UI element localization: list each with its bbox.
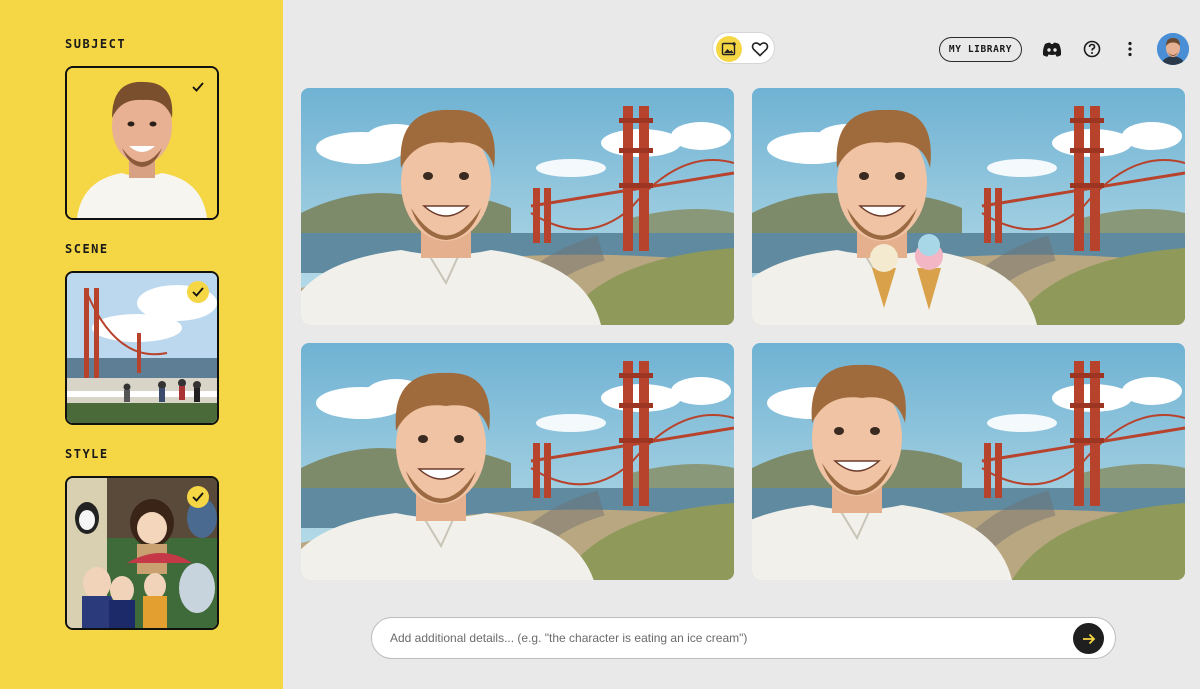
heart-icon[interactable] [748, 37, 772, 61]
style-check-icon [187, 486, 209, 508]
image-icon[interactable] [716, 36, 742, 62]
arrow-right-icon [1082, 633, 1095, 644]
scene-check-icon [187, 281, 209, 303]
style-card[interactable] [65, 476, 219, 630]
section-label-scene: SCENE [65, 242, 109, 256]
help-icon[interactable] [1079, 36, 1105, 62]
subject-card[interactable] [65, 66, 219, 220]
view-toggle [712, 32, 775, 64]
prompt-input[interactable] [390, 618, 1070, 658]
more-vert-icon[interactable] [1117, 36, 1143, 62]
result-tile-3[interactable] [301, 343, 734, 580]
scene-card[interactable] [65, 271, 219, 425]
user-avatar[interactable] [1157, 33, 1189, 65]
send-button[interactable] [1073, 623, 1104, 654]
sidebar: SUBJECT SCENE STYLE [0, 0, 283, 689]
section-label-subject: SUBJECT [65, 37, 127, 51]
my-library-button[interactable]: MY LIBRARY [939, 37, 1022, 62]
subject-check-icon [187, 76, 209, 98]
prompt-bar [371, 617, 1116, 659]
section-label-style: STYLE [65, 447, 109, 461]
result-tile-1[interactable] [301, 88, 734, 325]
result-tile-2[interactable] [752, 88, 1185, 325]
result-tile-4[interactable] [752, 343, 1185, 580]
discord-icon[interactable] [1039, 36, 1065, 62]
